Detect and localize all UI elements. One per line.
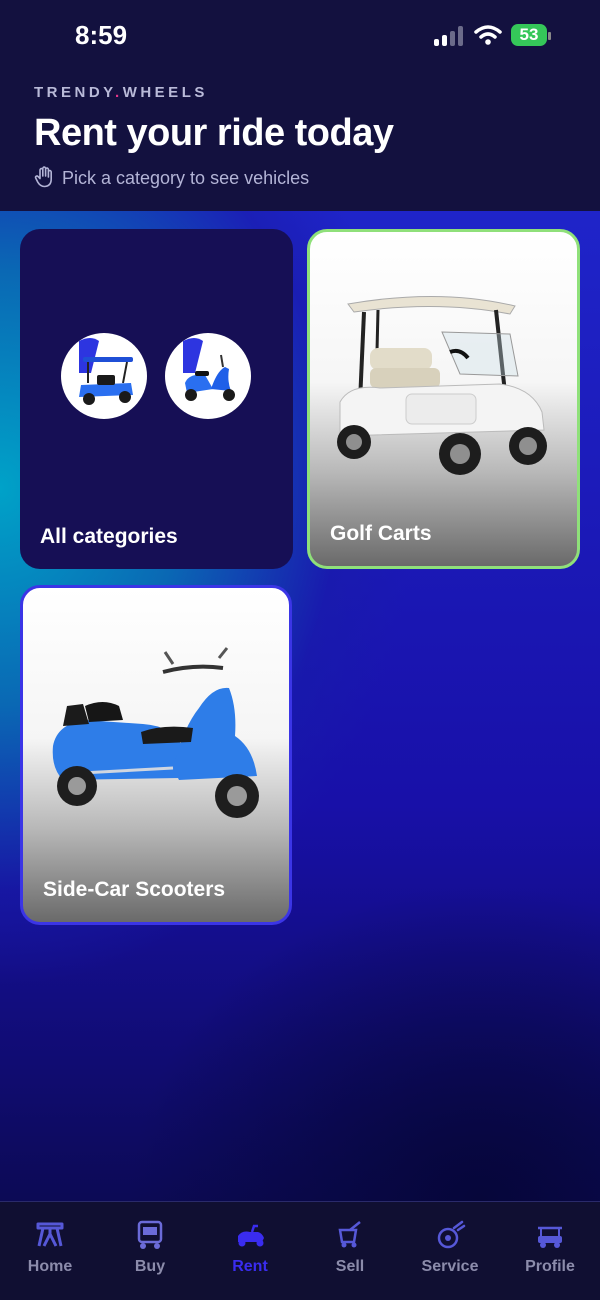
tab-label: Buy: [134, 1258, 166, 1275]
page-subtitle: Pick a category to see vehicles: [34, 166, 309, 189]
brand-left: TRENDY: [34, 84, 116, 101]
tab-label: Service: [421, 1258, 479, 1275]
wifi-icon: [474, 25, 502, 45]
brand-right: WHEELS: [122, 84, 208, 101]
tab-service[interactable]: Service: [400, 1220, 500, 1276]
battery-cap: [548, 32, 551, 40]
golf-cart-thumbnail: [61, 333, 147, 419]
rent-icon: [238, 1224, 264, 1247]
tab-home[interactable]: Home: [0, 1220, 100, 1276]
category-label-all: All categories: [40, 525, 178, 548]
tab-label: Rent: [232, 1258, 268, 1275]
category-grid: All categories Golf Carts Side-Car Scoot…: [0, 211, 600, 1201]
battery-indicator: 53: [511, 24, 547, 46]
hand-icon: [34, 166, 52, 188]
tab-label: Home: [27, 1258, 73, 1275]
profile-icon: [538, 1226, 562, 1248]
category-card-all[interactable]: All categories: [20, 229, 293, 569]
header: 8:59 53 TRENDY.WHEELS Rent your ride tod…: [0, 0, 600, 211]
signal-icon: [434, 26, 466, 46]
tab-buy[interactable]: Buy: [100, 1220, 200, 1276]
bottom-tab-bar: Home Buy Rent Sell Service Profile: [0, 1201, 600, 1300]
tab-rent[interactable]: Rent: [200, 1220, 300, 1276]
service-icon: [437, 1220, 466, 1249]
category-label-side-car-scooters: Side-Car Scooters: [43, 878, 226, 901]
tab-sell[interactable]: Sell: [300, 1220, 400, 1276]
scooter-image: [52, 647, 259, 818]
tab-profile[interactable]: Profile: [500, 1220, 600, 1276]
category-label-golf-carts: Golf Carts: [330, 522, 432, 545]
home-icon: [36, 1222, 64, 1247]
buy-icon: [137, 1220, 163, 1249]
status-time: 8:59: [75, 20, 128, 50]
page-title: Rent your ride today: [34, 112, 394, 154]
brand-logo: TRENDY.WHEELS: [34, 84, 208, 101]
golf-cart-image: [337, 296, 547, 475]
subtitle-text: Pick a category to see vehicles: [62, 168, 310, 188]
category-card-side-car-scooters[interactable]: Side-Car Scooters: [20, 585, 292, 925]
sell-icon: [338, 1221, 361, 1248]
brand-dot: .: [115, 84, 123, 101]
scooter-thumbnail: [165, 333, 251, 419]
tab-label: Profile: [525, 1258, 575, 1275]
category-card-golf-carts[interactable]: Golf Carts: [307, 229, 580, 569]
tab-label: Sell: [335, 1258, 365, 1275]
